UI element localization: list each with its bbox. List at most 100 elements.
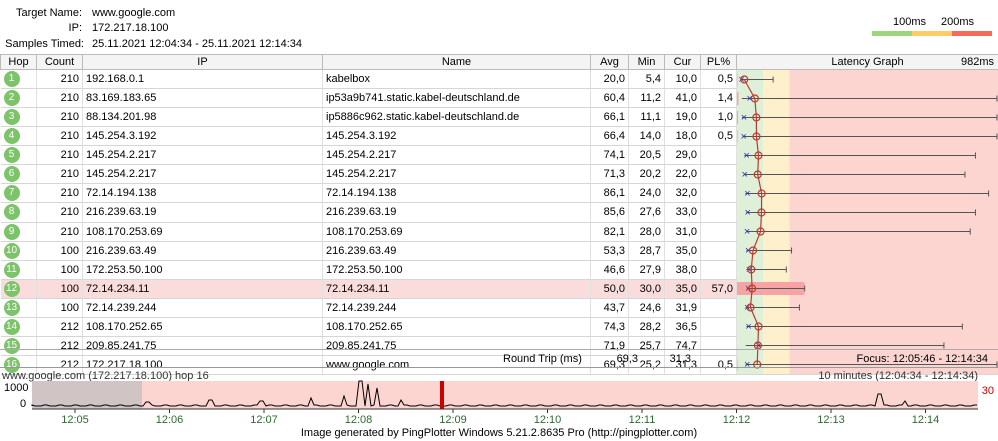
packet-loss-bar xyxy=(737,130,738,143)
hop-avg-cell: 66,4 xyxy=(590,126,629,147)
hop-name-cell: 145.254.2.217 xyxy=(322,145,591,166)
hop-cell: 1 xyxy=(0,69,37,90)
table-row[interactable]: 1 210 192.168.0.1 kabelbox 20,0 5,4 10,0 0,5 × × ×… xyxy=(0,69,998,375)
hop-pl-cell xyxy=(700,222,737,242)
hop-avg-cell: 20,0 xyxy=(590,69,629,90)
hop-ip-cell: 216.239.63.19 xyxy=(82,202,323,223)
col-min[interactable]: Min xyxy=(628,54,665,70)
col-pl[interactable]: PL% xyxy=(700,54,737,70)
hop-name-cell: 108.170.252.65 xyxy=(322,317,591,337)
timeline-unfocused-region xyxy=(32,381,142,409)
hop-count-cell: 100 xyxy=(36,298,83,318)
hop-number-badge: 9 xyxy=(3,223,20,240)
hop-cell: 5 xyxy=(0,145,37,166)
hop-cur-cell: 32,0 xyxy=(664,183,701,204)
hop-min-cell: 20,2 xyxy=(628,164,665,185)
hop-cell: 12 xyxy=(0,279,37,299)
current-latency-marker: × xyxy=(747,93,753,105)
hop-ip-cell: 172.253.50.100 xyxy=(82,260,323,280)
hop-min-cell: 27,6 xyxy=(628,202,665,223)
col-hop[interactable]: Hop xyxy=(0,54,37,70)
hop-count-cell: 210 xyxy=(36,145,83,166)
hop-number-badge: 7 xyxy=(3,185,20,202)
hop-number-badge: 4 xyxy=(3,128,20,145)
hop-count-cell: 100 xyxy=(36,260,83,280)
hop-count-cell: 210 xyxy=(36,107,83,128)
hop-avg-cell: 74,3 xyxy=(590,317,629,337)
hop-min-cell: 5,4 xyxy=(628,69,665,90)
hop-pl-cell xyxy=(700,317,737,337)
hop-name-cell: kabelbox xyxy=(322,69,591,90)
col-name[interactable]: Name xyxy=(322,54,591,70)
col-cur[interactable]: Cur xyxy=(664,54,701,70)
hop-count-cell: 210 xyxy=(36,69,83,90)
col-latency-graph[interactable]: Latency Graph 982ms xyxy=(736,54,998,70)
samples-label: Samples Timed: xyxy=(5,38,84,50)
timeline-packet-loss-marker xyxy=(440,381,444,409)
timeline-tick-label: 12:11 xyxy=(629,414,656,426)
hop-cur-cell: 41,0 xyxy=(664,88,701,109)
hop-name-cell: ip5886c962.static.kabel-deutschland.de xyxy=(322,107,591,128)
hop-number-badge: 13 xyxy=(3,299,20,316)
hop-number-badge: 12 xyxy=(3,280,20,297)
latency-graph[interactable]: ×××××××××××××××× xyxy=(737,70,998,374)
hop-min-cell: 28,2 xyxy=(628,317,665,337)
hop-avg-cell: 43,7 xyxy=(590,298,629,318)
hop-name-cell: 216.239.63.19 xyxy=(322,202,591,223)
hop-avg-cell: 66,1 xyxy=(590,107,629,128)
col-avg[interactable]: Avg xyxy=(590,54,629,70)
hop-avg-cell: 60,4 xyxy=(590,88,629,109)
timeline-chart[interactable]: 12:05 12:06 12:07 12:08 12:09 12:10 12:11 12:12… xyxy=(0,368,998,428)
hop-cell: 7 xyxy=(0,183,37,204)
hop-cur-cell: 18,0 xyxy=(664,126,701,147)
hop-cell: 13 xyxy=(0,298,37,318)
hop-pl-cell: 1,0 xyxy=(700,107,737,128)
hop-ip-cell: 216.239.63.49 xyxy=(82,241,323,261)
hop-ip-cell: 145.254.2.217 xyxy=(82,145,323,166)
hop-cur-cell: 35,0 xyxy=(664,241,701,261)
latency-zone-red xyxy=(789,70,998,374)
hop-count-cell: 210 xyxy=(36,183,83,204)
hop-pl-cell xyxy=(700,202,737,223)
timeline-tick-label: 12:05 xyxy=(61,414,89,426)
latency-zone-yellow xyxy=(763,70,790,374)
current-latency-marker: × xyxy=(745,245,751,257)
hop-min-cell: 30,0 xyxy=(628,279,665,299)
ip-value: 172.217.18.100 xyxy=(92,22,169,34)
hop-count-cell: 210 xyxy=(36,222,83,242)
hop-avg-cell: 50,0 xyxy=(590,279,629,299)
packet-loss-bar xyxy=(737,92,739,105)
legend-100ms: 100ms xyxy=(893,16,927,28)
hop-avg-cell: 86,1 xyxy=(590,183,629,204)
hop-cell: 14 xyxy=(0,317,37,337)
hop-min-cell: 11,2 xyxy=(628,88,665,109)
hop-number-badge: 11 xyxy=(3,261,20,278)
col-count[interactable]: Count xyxy=(36,54,83,70)
hop-name-cell: 145.254.2.217 xyxy=(322,164,591,185)
hop-cell: 2 xyxy=(0,88,37,109)
hop-cell: 11 xyxy=(0,260,37,280)
hop-ip-cell: 192.168.0.1 xyxy=(82,69,323,90)
hop-count-cell: 210 xyxy=(36,202,83,223)
hop-count-cell: 212 xyxy=(36,317,83,337)
hop-min-cell: 24,6 xyxy=(628,298,665,318)
hop-number-badge: 5 xyxy=(3,147,20,164)
hop-pl-cell xyxy=(700,298,737,318)
timeline-panel[interactable]: www.google.com (172.217.18.100) hop 16 1… xyxy=(0,367,998,428)
hop-ip-cell: 145.254.2.217 xyxy=(82,164,323,185)
hop-min-cell: 11,1 xyxy=(628,107,665,128)
hop-ip-cell: 88.134.201.98 xyxy=(82,107,323,128)
header: Target Name: www.google.com IP: 172.217.… xyxy=(0,0,998,55)
hop-count-cell: 210 xyxy=(36,164,83,185)
hop-cell: 10 xyxy=(0,241,37,261)
hop-pl-cell xyxy=(700,145,737,166)
col-ip[interactable]: IP xyxy=(82,54,323,70)
hop-name-cell: 145.254.3.192 xyxy=(322,126,591,147)
current-latency-marker: × xyxy=(741,131,747,143)
hop-cur-cell: 19,0 xyxy=(664,107,701,128)
hop-cur-cell: 29,0 xyxy=(664,145,701,166)
hop-cell: 6 xyxy=(0,164,37,185)
hop-count-cell: 210 xyxy=(36,88,83,109)
focus-range: Focus: 12:05:46 - 12:14:34 xyxy=(856,353,988,365)
timeline-tick-label: 12:13 xyxy=(817,414,845,426)
